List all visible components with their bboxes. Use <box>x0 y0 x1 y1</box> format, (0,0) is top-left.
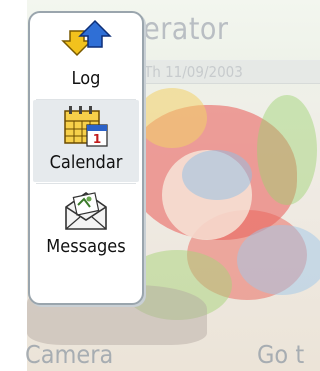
calendar-icon: 1 <box>60 103 112 149</box>
active-toolbar: Log 1 Calendar Messages <box>28 11 144 305</box>
left-softkey[interactable]: Camera <box>25 340 113 369</box>
wallpaper-shape <box>237 225 320 295</box>
toolbar-item-messages[interactable]: Messages <box>33 184 139 266</box>
toolbar-item-label: Log <box>71 68 101 89</box>
toolbar-item-log[interactable]: Log <box>33 16 139 98</box>
svg-text:1: 1 <box>93 132 101 146</box>
toolbar-item-calendar[interactable]: 1 Calendar <box>33 100 139 182</box>
softkey-bar: Camera Go t <box>0 340 320 371</box>
log-arrows-icon <box>60 19 112 65</box>
wallpaper-shape <box>137 88 207 148</box>
toolbar-item-label: Calendar <box>49 152 123 173</box>
wallpaper-shape <box>182 150 252 200</box>
wallpaper-shape <box>257 95 317 205</box>
right-softkey[interactable]: Go t <box>257 340 304 369</box>
toolbar-item-label: Messages <box>46 236 126 257</box>
messages-envelope-icon <box>60 187 112 233</box>
date-text: Th 11/09/2003 <box>144 63 243 81</box>
